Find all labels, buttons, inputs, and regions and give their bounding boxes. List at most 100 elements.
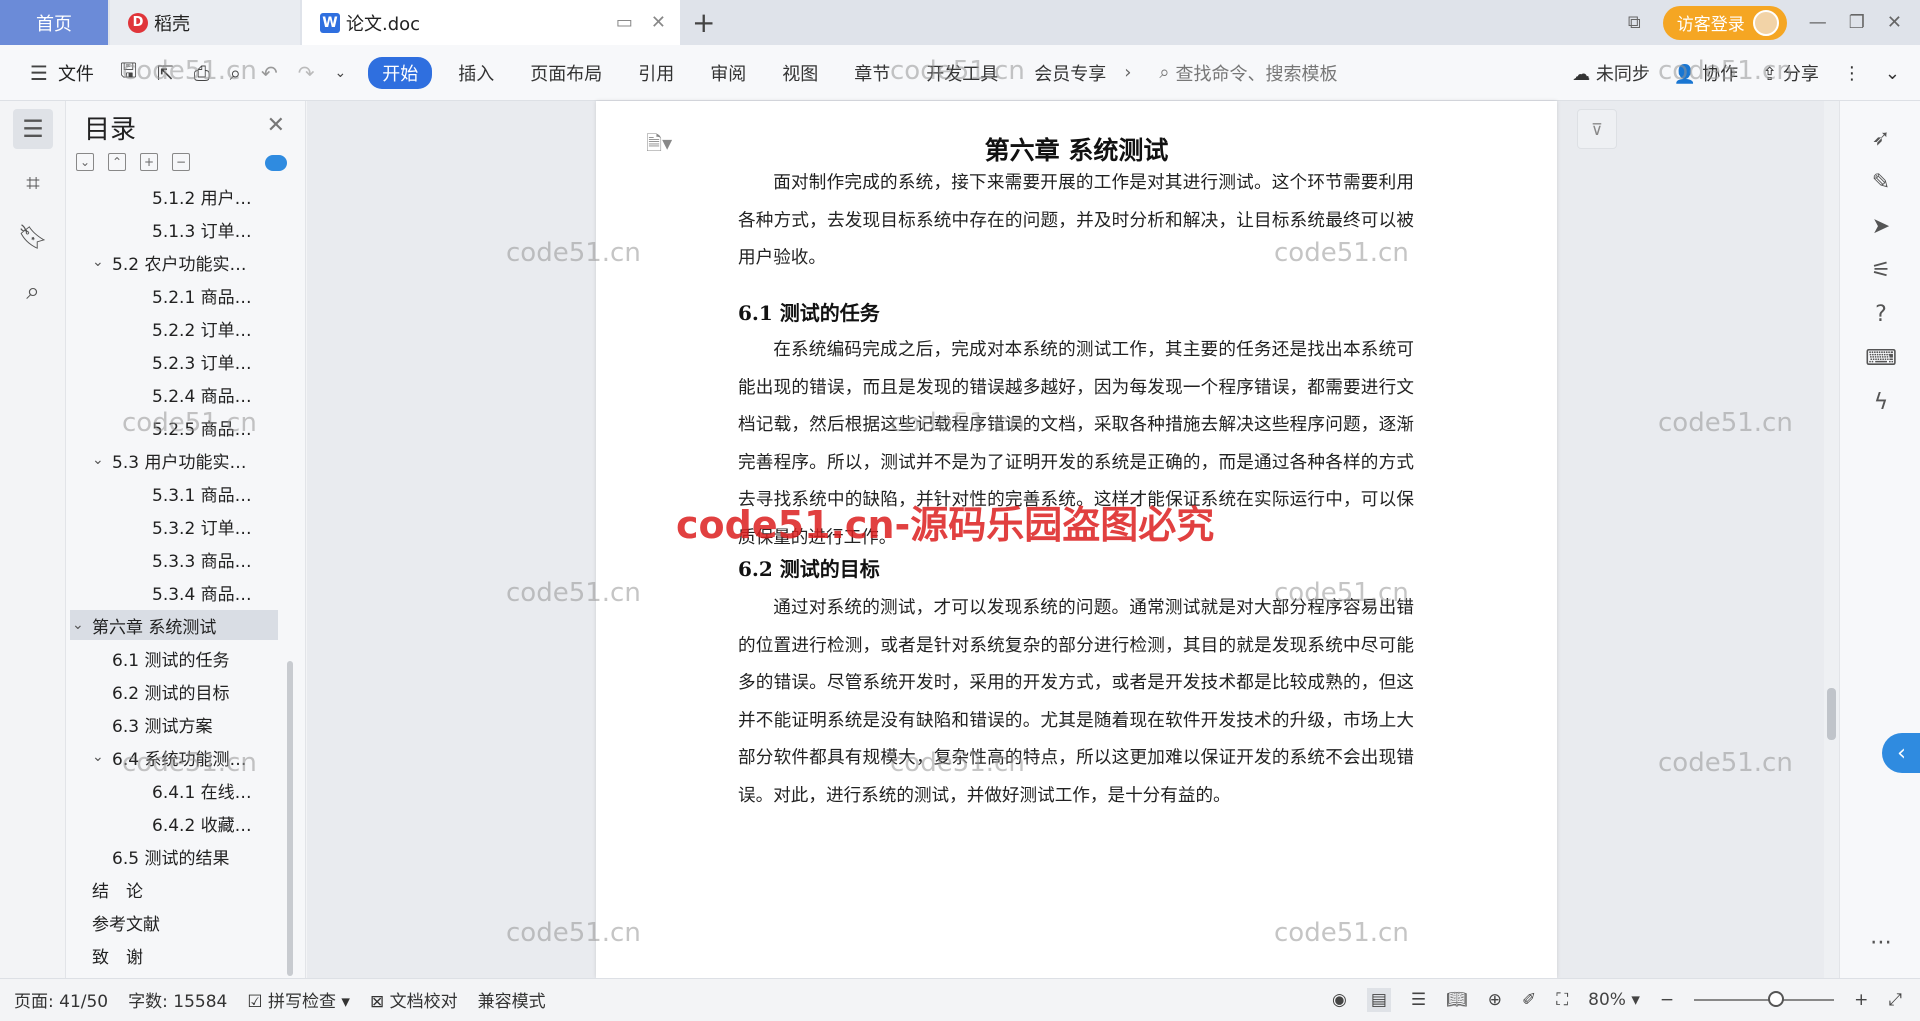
menu-member[interactable]: 会员专享	[1016, 60, 1124, 86]
toc-sync-toggle[interactable]	[265, 155, 287, 171]
close-window-icon[interactable]: ✕	[1887, 12, 1902, 33]
menu-page-layout[interactable]: 页面布局	[512, 60, 620, 86]
chevron-down-icon[interactable]: ⌄	[92, 254, 112, 270]
toc-item[interactable]: ⌄ 5.2 农户功能实…	[92, 247, 246, 277]
more-icon[interactable]: ⋮	[1843, 63, 1861, 84]
toc-item[interactable]: 5.1.2 用户…	[152, 189, 252, 211]
menu-developer[interactable]: 开发工具	[908, 60, 1016, 86]
guest-login-button[interactable]: 访客登录	[1662, 5, 1787, 40]
restore-icon[interactable]: ❐	[1849, 12, 1865, 33]
zoom-level[interactable]: 80% ▾	[1588, 990, 1640, 1010]
remove-heading-icon[interactable]: −	[172, 153, 190, 171]
monitor-icon[interactable]: ▭	[616, 12, 633, 33]
read-view-icon[interactable]: 📖︎	[1446, 990, 1468, 1010]
fit-page-icon[interactable]: ⛶	[1556, 990, 1568, 1010]
menu-view[interactable]: 视图	[764, 60, 836, 86]
menu-start[interactable]: 开始	[368, 56, 433, 89]
lightning-icon[interactable]: ϟ	[1866, 387, 1896, 417]
toc-item[interactable]: 致 谢	[92, 940, 143, 969]
toc-item[interactable]: 6.5 测试的结果	[112, 841, 229, 871]
menu-insert[interactable]: 插入	[440, 60, 512, 86]
chevron-down-icon[interactable]: ⌄	[72, 617, 92, 633]
word-count[interactable]: 字数: 15584	[118, 987, 237, 1012]
toc-item[interactable]: 6.4.2 收藏…	[152, 808, 252, 838]
toc-item[interactable]: 5.1.3 订单…	[152, 214, 252, 244]
chevron-right-icon[interactable]: ›	[1124, 62, 1131, 83]
zoom-slider-knob[interactable]	[1768, 991, 1785, 1007]
print-icon[interactable]: ⎙	[184, 61, 220, 85]
chevron-down-icon[interactable]: ⌄	[92, 749, 112, 765]
toc-item[interactable]: 5.3.1 商品…	[152, 478, 252, 508]
pen-icon[interactable]: ✎	[1866, 167, 1896, 197]
more-dots-icon[interactable]: ⋯	[1866, 927, 1896, 957]
chevron-down-icon[interactable]: ⌄	[92, 452, 112, 468]
toc-item[interactable]: 5.2.2 订单…	[152, 313, 252, 343]
new-tab-button[interactable]: +	[692, 6, 715, 39]
eye-icon[interactable]: ◉	[1332, 990, 1347, 1010]
chevron-left-icon[interactable]: ‹	[1882, 733, 1920, 773]
scroll-thumb[interactable]	[1827, 688, 1836, 740]
collab-button[interactable]: 👤 协作	[1674, 60, 1738, 86]
collapse-panel-button[interactable]: ⊽	[1577, 109, 1617, 149]
proofread-button[interactable]: ⊠ 文档校对	[360, 987, 468, 1012]
page-view-icon[interactable]: ▤	[1366, 988, 1391, 1012]
cursor-icon[interactable]: ➤	[1866, 211, 1896, 241]
chevron-down-icon[interactable]: ⌄	[324, 65, 356, 81]
tab-document[interactable]: W 论文.doc ▭ ✕	[302, 0, 680, 45]
page-indicator[interactable]: 页面: 41/50	[0, 987, 118, 1012]
add-heading-icon[interactable]: +	[140, 153, 158, 171]
web-view-icon[interactable]: ⊕	[1488, 990, 1502, 1010]
close-icon[interactable]: ✕	[267, 113, 285, 138]
bookmark-icon[interactable]: 🔖︎	[13, 217, 53, 257]
spell-check-button[interactable]: ☑ 拼写检查 ▾	[237, 987, 360, 1012]
vertical-scrollbar[interactable]	[1824, 101, 1839, 978]
toc-scrollbar[interactable]	[287, 661, 293, 976]
menu-references[interactable]: 引用	[620, 60, 692, 86]
undo-icon[interactable]: ↶	[251, 61, 288, 85]
expand-up-icon[interactable]: ⌃	[108, 153, 126, 171]
fullscreen-icon[interactable]: ⤢	[1888, 990, 1902, 1010]
print-preview-icon[interactable]: ⌕	[220, 61, 251, 85]
menu-chapter[interactable]: 章节	[836, 60, 908, 86]
search-icon[interactable]: ⌕	[13, 271, 53, 311]
toc-item[interactable]: 6.1 测试的任务	[112, 643, 229, 673]
share-button[interactable]: ⇪ 分享	[1762, 60, 1819, 86]
help-icon[interactable]: ?	[1866, 299, 1896, 329]
zoom-in-icon[interactable]: +	[1854, 990, 1868, 1010]
file-menu[interactable]: 文件	[58, 60, 94, 86]
zoom-slider[interactable]	[1694, 991, 1835, 1007]
zoom-out-icon[interactable]: −	[1660, 990, 1674, 1010]
toc-item[interactable]: 参考文献	[92, 907, 160, 937]
toc-item[interactable]: 5.2.4 商品…	[152, 379, 252, 409]
close-tab-icon[interactable]: ✕	[651, 12, 666, 33]
toc-item[interactable]: 5.3.3 商品…	[152, 544, 252, 574]
toc-item[interactable]: 结 论	[92, 874, 143, 904]
hamburger-menu-icon[interactable]: ☰	[20, 61, 58, 85]
window-layout-icon[interactable]: ⧉	[1628, 12, 1641, 33]
toc-item[interactable]: 5.2.5 商品…	[152, 412, 252, 442]
tab-home[interactable]: 首页	[0, 0, 108, 45]
sync-status[interactable]: ☁ 未同步	[1572, 60, 1650, 86]
toc-item[interactable]: 5.2.3 订单…	[152, 346, 252, 376]
translate-icon[interactable]: ⌨	[1865, 343, 1897, 373]
command-search[interactable]: ⌕ 查找命令、搜索模板	[1159, 60, 1499, 86]
redo-icon[interactable]: ↷	[288, 61, 325, 85]
minimize-icon[interactable]: —	[1809, 12, 1827, 33]
outline-icon[interactable]: ⌗	[13, 163, 53, 203]
toc-item[interactable]: 6.4.1 在线…	[152, 775, 252, 805]
toc-item[interactable]: 5.3.2 订单…	[152, 511, 252, 541]
toc-item[interactable]: 6.2 测试的目标	[112, 676, 229, 706]
toc-item[interactable]: ⌄ 5.3 用户功能实…	[92, 445, 246, 475]
toc-item[interactable]: ⌄ 第六章 系统测试	[70, 610, 278, 640]
write-view-icon[interactable]: ✐	[1522, 990, 1536, 1010]
toc-item[interactable]: 5.2.1 商品…	[152, 280, 252, 310]
menu-review[interactable]: 审阅	[692, 60, 764, 86]
rocket-icon[interactable]: ➶	[1866, 123, 1896, 153]
toc-item[interactable]: 6.3 测试方案	[112, 709, 212, 739]
collapse-all-icon[interactable]: ⌄	[76, 153, 94, 171]
toc-item[interactable]: 5.3.4 商品…	[152, 577, 252, 607]
outline-view-icon[interactable]: ☰	[1411, 990, 1426, 1010]
sliders-icon[interactable]: ⚟	[1866, 255, 1896, 285]
toc-item[interactable]: ⌄ 6.4 系统功能测…	[92, 742, 246, 772]
save-icon[interactable]: 🖫	[110, 56, 147, 90]
